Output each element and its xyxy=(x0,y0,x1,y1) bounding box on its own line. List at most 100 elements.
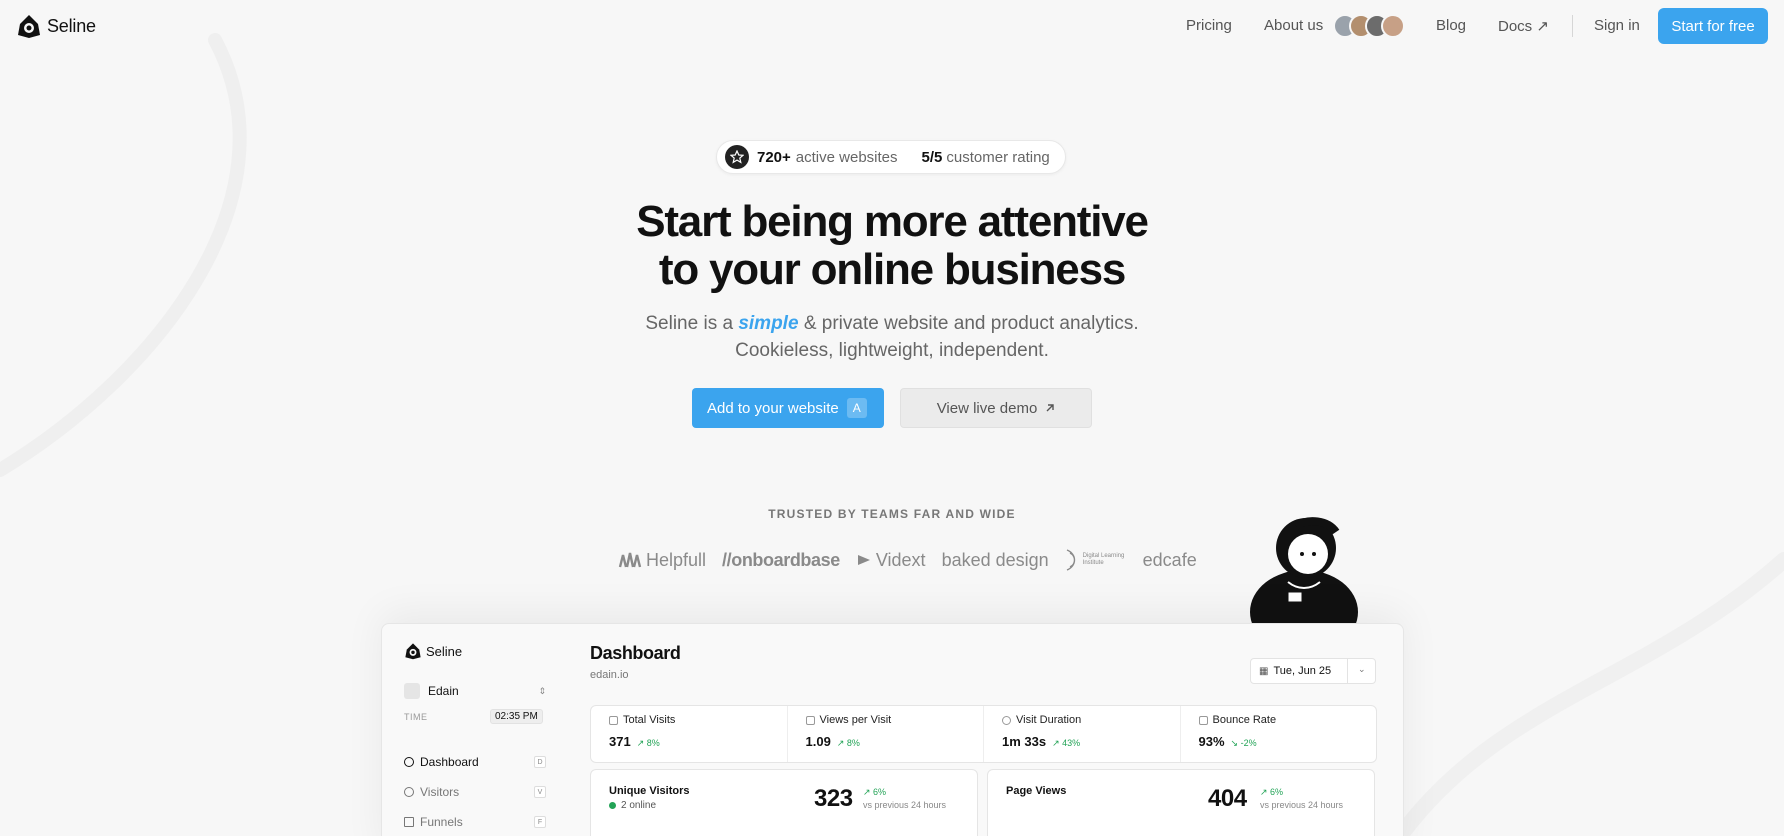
sidebar-item-label: Visitors xyxy=(420,785,460,799)
metric-views-per-visit[interactable]: Views per Visit 1.09 ↗ 8% xyxy=(788,706,984,762)
sidebar-item-funnels[interactable]: Funnels F xyxy=(404,815,546,829)
active-sites-label: active websites xyxy=(795,148,898,166)
metric-delta: ↘ -2% xyxy=(1230,738,1257,748)
metric-label: Views per Visit xyxy=(819,714,892,726)
calendar-icon: ▦ xyxy=(1259,665,1269,677)
nav-divider xyxy=(1572,15,1573,37)
metric-delta: ↗ 8% xyxy=(836,738,860,748)
metric-value: 1m 33s xyxy=(1002,734,1047,749)
shortcut-key: V xyxy=(534,786,546,798)
dashboard-domain: edain.io xyxy=(590,669,629,681)
time-label: TIME xyxy=(404,712,428,722)
visitors-icon xyxy=(404,787,414,797)
visits-icon xyxy=(609,715,618,725)
metric-bounce-rate[interactable]: Bounce Rate 93% ↘ -2% xyxy=(1181,706,1377,762)
online-dot-icon xyxy=(609,802,616,809)
date-value: Tue, Jun 25 xyxy=(1273,665,1332,677)
start-for-free-button[interactable]: Start for free xyxy=(1658,8,1768,44)
logo-vidext-text: Vidext xyxy=(875,549,926,570)
sidebar-item-label: Funnels xyxy=(420,815,463,829)
add-to-website-label: Add to your website xyxy=(707,399,839,417)
chevron-down-icon[interactable]: ⌄ xyxy=(1358,664,1366,675)
hero-title-line2: to your online business xyxy=(658,245,1126,294)
metric-label: Bounce Rate xyxy=(1212,714,1277,726)
metric-visit-duration[interactable]: Visit Duration 1m 33s ↗ 43% xyxy=(984,706,1181,762)
metric-delta: ↗ 43% xyxy=(1052,738,1081,748)
metric-label: Total Visits xyxy=(623,714,676,726)
seline-logo-icon xyxy=(405,643,421,660)
avatar xyxy=(1381,14,1405,38)
page-views-card[interactable]: Page Views 404 ↗ 6% vs previous 24 hours xyxy=(987,769,1375,836)
metric-value: 1.09 xyxy=(805,734,831,749)
brand-name: Seline xyxy=(47,15,96,36)
customer-logos: Helpfull //onboardbase Vidext baked desi… xyxy=(618,548,1213,572)
sidebar-item-dashboard[interactable]: Dashboard D xyxy=(404,755,546,769)
logo-helpfull-text: Helpfull xyxy=(646,549,707,570)
nav-sign-in[interactable]: Sign in xyxy=(1594,17,1640,34)
exit-icon xyxy=(1198,715,1208,725)
dashboard-title: Dashboard xyxy=(590,643,681,663)
top-nav: Seline Pricing About us Blog Docs ↗ Sign… xyxy=(0,0,1784,52)
shortcut-key: A xyxy=(846,398,867,418)
metric-total-visits[interactable]: Total Visits 371 ↗ 8% xyxy=(591,706,788,762)
view-live-demo-button[interactable]: View live demo xyxy=(900,388,1092,428)
card-value: 404 xyxy=(1208,785,1247,812)
card-value: 323 xyxy=(814,785,853,812)
hero-sub-highlight: simple xyxy=(738,313,799,334)
card-title: Page Views xyxy=(1006,785,1067,797)
shortcut-key: D xyxy=(534,756,546,768)
online-indicator: 2 online xyxy=(609,800,656,811)
nav-about-us[interactable]: About us xyxy=(1264,17,1323,34)
active-sites-count: 720+ xyxy=(757,148,791,166)
rating-value: 5/5 xyxy=(921,148,943,166)
card-delta: ↗ 6% xyxy=(863,787,887,797)
site-name: Edain xyxy=(428,684,459,698)
dashboard-brand: Seline xyxy=(404,642,462,660)
shortcut-key: F xyxy=(534,816,546,828)
online-count: 2 online xyxy=(621,800,657,811)
dli-logo-icon xyxy=(1066,549,1075,571)
star-icon xyxy=(725,145,749,169)
logo-edcafe: edcafe xyxy=(1142,549,1197,570)
logo-vidext: Vidext xyxy=(856,550,926,571)
stats-pill: 720+ active websites 5/5 customer rating xyxy=(716,140,1066,174)
card-title: Unique Visitors xyxy=(609,785,690,797)
add-to-website-button[interactable]: Add to your website A xyxy=(692,388,884,428)
dashboard-preview: Seline Edain ⇕ TIME 02:35 PM Dashboard D… xyxy=(381,623,1404,836)
brand-logo[interactable]: Seline xyxy=(16,13,96,39)
helpfull-logo-icon xyxy=(618,552,642,568)
logo-helpfull: Helpfull xyxy=(618,550,706,571)
card-delta: ↗ 6% xyxy=(1260,787,1284,797)
site-selector[interactable]: Edain ⇕ xyxy=(404,683,546,699)
hero-title: Start being more attentive to your onlin… xyxy=(0,198,1784,294)
time-value: 02:35 PM xyxy=(490,709,543,724)
card-comparison: vs previous 24 hours xyxy=(1260,800,1344,810)
logo-onboardbase: //onboardbase xyxy=(722,549,840,570)
vidext-logo-icon xyxy=(857,555,870,565)
seline-logo-icon xyxy=(18,15,40,38)
sidebar-item-visitors[interactable]: Visitors V xyxy=(404,785,546,799)
date-picker-button[interactable]: ▦ Tue, Jun 25 ⌄ xyxy=(1250,658,1376,684)
hero-sub-suffix: & private website and product analytics. xyxy=(803,313,1139,334)
unique-visitors-card[interactable]: Unique Visitors 2 online 323 ↗ 6% vs pre… xyxy=(590,769,978,836)
metrics-strip: Total Visits 371 ↗ 8% Views per Visit 1.0… xyxy=(590,705,1377,763)
arrow-up-right-icon xyxy=(1046,404,1054,412)
clock-icon xyxy=(1002,715,1011,725)
nav-blog[interactable]: Blog xyxy=(1436,17,1466,34)
logo-digital-learning-institute: Digital Learning Institute xyxy=(1065,548,1127,572)
trusted-heading: TRUSTED BY TEAMS FAR AND WIDE xyxy=(768,507,1016,521)
hero-sub-prefix: Seline is a xyxy=(645,313,734,334)
card-comparison: vs previous 24 hours xyxy=(863,800,947,810)
logo-dli-text: Digital Learning Institute xyxy=(1082,553,1125,566)
metric-label: Visit Duration xyxy=(1016,714,1082,726)
nav-pricing[interactable]: Pricing xyxy=(1186,17,1232,34)
metric-value: 371 xyxy=(609,734,631,749)
divider xyxy=(1347,659,1348,683)
dashboard-brand-name: Seline xyxy=(426,643,463,659)
logo-baked-design: baked design xyxy=(941,549,1049,570)
hero-sub-line2: Cookieless, lightweight, independent. xyxy=(735,340,1049,361)
nav-docs[interactable]: Docs ↗ xyxy=(1498,17,1549,35)
rating-label: customer rating xyxy=(946,148,1050,166)
dashboard-icon xyxy=(404,757,414,767)
team-avatars[interactable] xyxy=(1333,14,1405,38)
